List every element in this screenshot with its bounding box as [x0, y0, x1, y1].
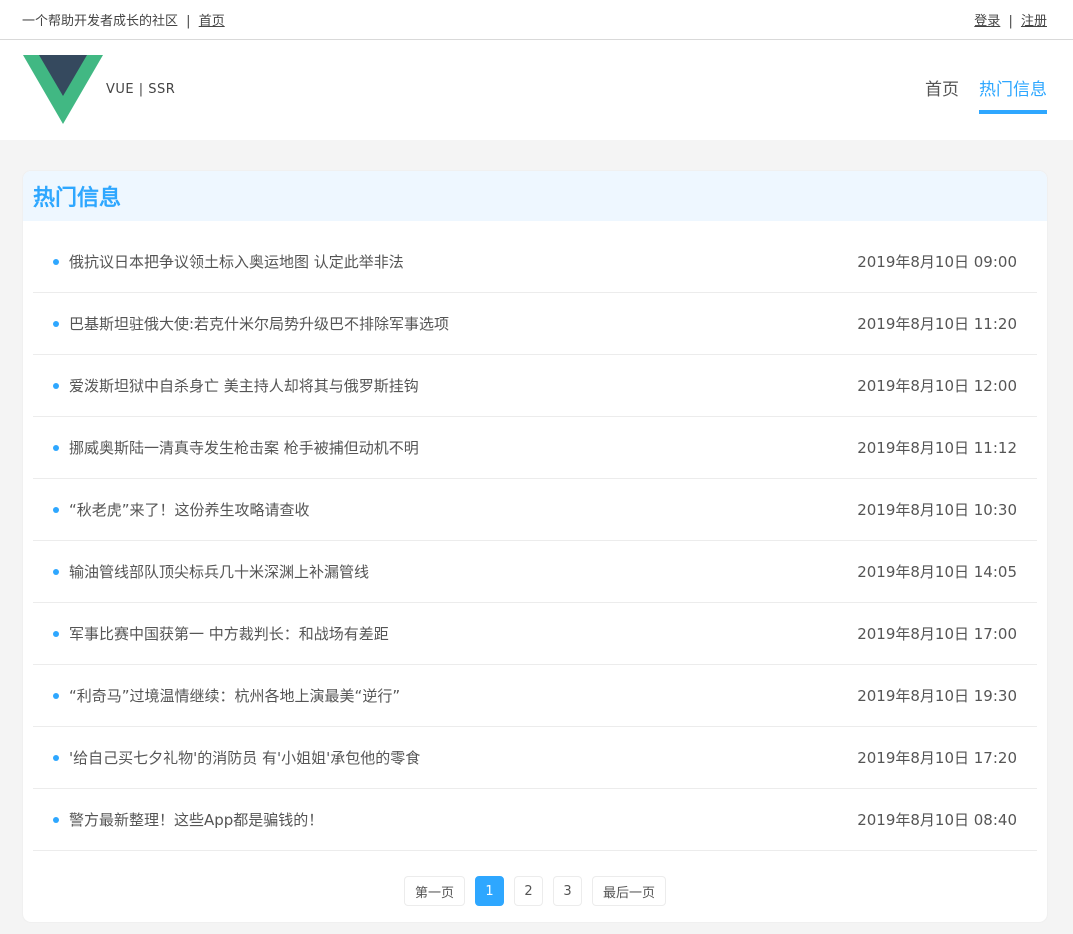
news-time: 2019年8月10日 09:00 — [857, 253, 1017, 271]
top-bar: 一个帮助开发者成长的社区 | 首页 登录 | 注册 — [0, 0, 1073, 40]
news-item: 军事比赛中国获第一 中方裁判长：和战场有差距 2019年8月10日 17:00 — [33, 603, 1037, 665]
news-title-link[interactable]: “秋老虎”来了！这份养生攻略请查收 — [69, 499, 310, 520]
news-title-link[interactable]: 俄抗议日本把争议领土标入奥运地图 认定此举非法 — [69, 251, 404, 272]
hot-news-card: 热门信息 俄抗议日本把争议领土标入奥运地图 认定此举非法 2019年8月10日 … — [23, 171, 1047, 922]
bullet-icon — [53, 320, 59, 327]
bullet-icon — [53, 506, 59, 513]
nav-item-home[interactable]: 首页 — [925, 78, 959, 114]
bullet-icon — [53, 258, 59, 265]
news-item-left: 挪威奥斯陆一清真寺发生枪击案 枪手被捕但动机不明 — [53, 437, 419, 458]
bullet-icon — [53, 754, 59, 761]
bullet-icon — [53, 382, 59, 389]
news-item: 警方最新整理！这些App都是骗钱的！ 2019年8月10日 08:40 — [33, 789, 1037, 851]
page-button-2[interactable]: 2 — [514, 876, 543, 906]
pagination: 第一页 1 2 3 最后一页 — [23, 876, 1047, 906]
logo-text: VUE | SSR — [106, 82, 176, 97]
news-item: “秋老虎”来了！这份养生攻略请查收 2019年8月10日 10:30 — [33, 479, 1037, 541]
news-time: 2019年8月10日 17:00 — [857, 625, 1017, 643]
news-item: 巴基斯坦驻俄大使:若克什米尔局势升级巴不排除军事选项 2019年8月10日 11… — [33, 293, 1037, 355]
news-time: 2019年8月10日 12:00 — [857, 377, 1017, 395]
page-button-1[interactable]: 1 — [475, 876, 504, 906]
news-item: 输油管线部队顶尖标兵几十米深渊上补漏管线 2019年8月10日 14:05 — [33, 541, 1037, 603]
news-item-left: 输油管线部队顶尖标兵几十米深渊上补漏管线 — [53, 561, 369, 582]
news-list: 俄抗议日本把争议领土标入奥运地图 认定此举非法 2019年8月10日 09:00… — [23, 221, 1047, 851]
news-item-left: 巴基斯坦驻俄大使:若克什米尔局势升级巴不排除军事选项 — [53, 313, 449, 334]
separator: | — [1008, 14, 1013, 29]
news-item-left: 俄抗议日本把争议领土标入奥运地图 认定此举非法 — [53, 251, 404, 272]
last-page-button[interactable]: 最后一页 — [592, 876, 667, 906]
news-title-link[interactable]: 爱泼斯坦狱中自杀身亡 美主持人却将其与俄罗斯挂钩 — [69, 375, 419, 396]
separator: | — [186, 14, 191, 29]
news-time: 2019年8月10日 17:20 — [857, 749, 1017, 767]
news-time: 2019年8月10日 19:30 — [857, 687, 1017, 705]
main-nav: 首页 热门信息 — [925, 78, 1047, 114]
site-tagline: 一个帮助开发者成长的社区 — [22, 14, 179, 29]
bullet-icon — [53, 444, 59, 451]
news-item: '给自己买七夕礼物'的消防员 有'小姐姐'承包他的零食 2019年8月10日 1… — [33, 727, 1037, 789]
news-time: 2019年8月10日 11:12 — [857, 439, 1017, 457]
bullet-icon — [53, 568, 59, 575]
news-title-link[interactable]: '给自己买七夕礼物'的消防员 有'小姐姐'承包他的零食 — [69, 747, 420, 768]
nav-item-hot-info[interactable]: 热门信息 — [979, 78, 1047, 114]
news-item-left: 军事比赛中国获第一 中方裁判长：和战场有差距 — [53, 623, 389, 644]
login-link[interactable]: 登录 — [974, 14, 1000, 29]
card-header: 热门信息 — [23, 171, 1047, 221]
news-item-left: 警方最新整理！这些App都是骗钱的！ — [53, 809, 323, 830]
news-time: 2019年8月10日 08:40 — [857, 811, 1017, 829]
news-item-left: “利奇马”过境温情继续：杭州各地上演最美“逆行” — [53, 685, 400, 706]
bullet-icon — [53, 692, 59, 699]
top-bar-left: 一个帮助开发者成长的社区 | 首页 — [22, 10, 225, 29]
register-link[interactable]: 注册 — [1021, 14, 1047, 29]
header: VUE | SSR 首页 热门信息 — [0, 40, 1073, 140]
news-item: 挪威奥斯陆一清真寺发生枪击案 枪手被捕但动机不明 2019年8月10日 11:1… — [33, 417, 1037, 479]
bullet-icon — [53, 816, 59, 823]
news-title-link[interactable]: “利奇马”过境温情继续：杭州各地上演最美“逆行” — [69, 685, 400, 706]
news-item: 俄抗议日本把争议领土标入奥运地图 认定此举非法 2019年8月10日 09:00 — [33, 231, 1037, 293]
news-title-link[interactable]: 巴基斯坦驻俄大使:若克什米尔局势升级巴不排除军事选项 — [69, 313, 449, 334]
vue-logo-icon[interactable] — [23, 55, 103, 125]
news-title-link[interactable]: 警方最新整理！这些App都是骗钱的！ — [69, 809, 323, 830]
news-item: “利奇马”过境温情继续：杭州各地上演最美“逆行” 2019年8月10日 19:3… — [33, 665, 1037, 727]
news-item-left: '给自己买七夕礼物'的消防员 有'小姐姐'承包他的零食 — [53, 747, 420, 768]
news-time: 2019年8月10日 10:30 — [857, 501, 1017, 519]
news-item-left: “秋老虎”来了！这份养生攻略请查收 — [53, 499, 310, 520]
bullet-icon — [53, 630, 59, 637]
top-home-link[interactable]: 首页 — [199, 14, 225, 29]
news-item: 爱泼斯坦狱中自杀身亡 美主持人却将其与俄罗斯挂钩 2019年8月10日 12:0… — [33, 355, 1037, 417]
first-page-button[interactable]: 第一页 — [403, 876, 465, 906]
news-title-link[interactable]: 军事比赛中国获第一 中方裁判长：和战场有差距 — [69, 623, 389, 644]
news-time: 2019年8月10日 14:05 — [857, 563, 1017, 581]
news-title-link[interactable]: 输油管线部队顶尖标兵几十米深渊上补漏管线 — [69, 561, 369, 582]
section-title: 热门信息 — [33, 186, 122, 211]
page-button-3[interactable]: 3 — [553, 876, 582, 906]
news-title-link[interactable]: 挪威奥斯陆一清真寺发生枪击案 枪手被捕但动机不明 — [69, 437, 419, 458]
news-time: 2019年8月10日 11:20 — [857, 315, 1017, 333]
news-item-left: 爱泼斯坦狱中自杀身亡 美主持人却将其与俄罗斯挂钩 — [53, 375, 419, 396]
top-bar-right: 登录 | 注册 — [974, 10, 1047, 29]
